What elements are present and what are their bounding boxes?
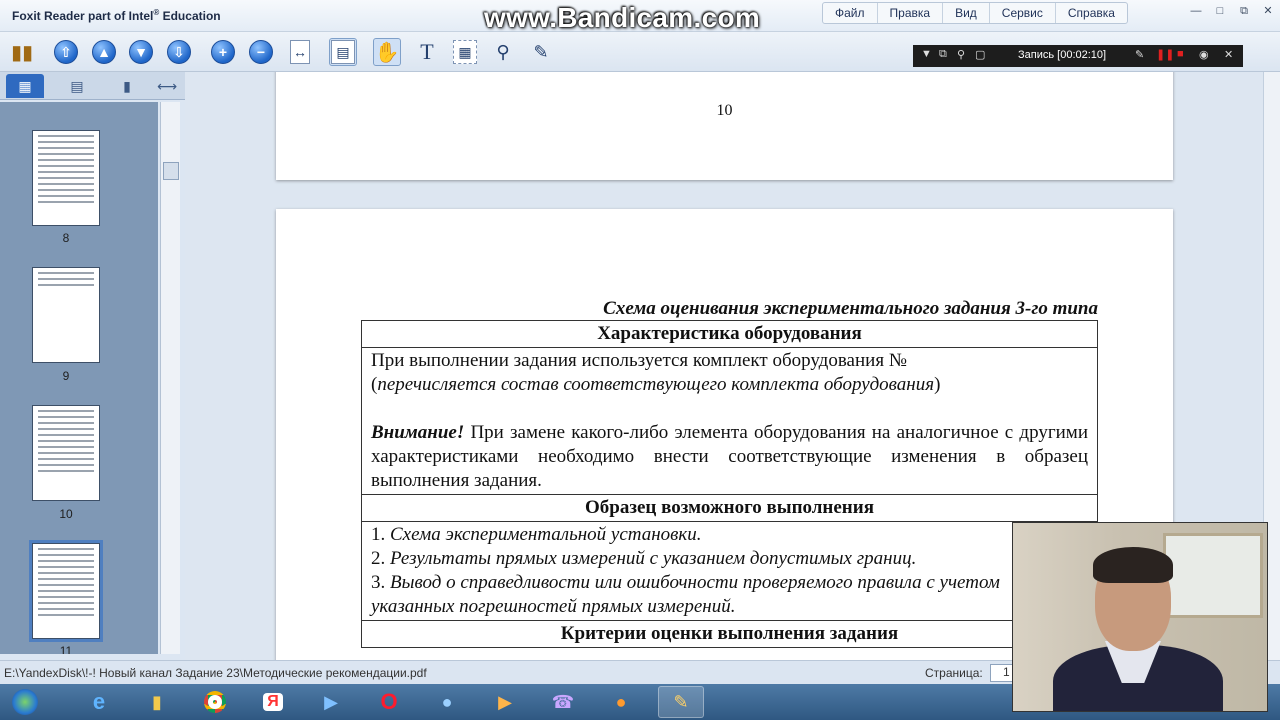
page-number-input[interactable]: 1 xyxy=(990,664,1014,682)
app-title: Foxit Reader part of Intel® Education xyxy=(12,8,221,23)
page-label: Страница: xyxy=(925,666,983,680)
menu-view[interactable]: Вид xyxy=(943,3,990,23)
page-thumbnail[interactable] xyxy=(32,405,100,501)
zoom-in-button[interactable]: + xyxy=(209,38,237,66)
sample-cell: 1. Схема экспериментальной установки. 2.… xyxy=(361,521,1098,621)
yandex-browser-icon[interactable]: Я xyxy=(250,686,296,718)
text-select-icon[interactable]: T xyxy=(413,38,441,66)
foxit-reader-icon[interactable]: ✎ xyxy=(658,686,704,718)
thumbnail-label: 8 xyxy=(62,231,70,245)
recording-timer: Запись [00:02:10] xyxy=(1018,49,1107,61)
video-player-icon[interactable]: ▶ xyxy=(482,686,528,718)
opera-icon[interactable]: O xyxy=(366,686,412,718)
recording-bar: ▼ ⧉ ⚲ ▢ Запись [00:02:10] ✎ ❚❚ ■ ◉ ✕ xyxy=(913,45,1243,67)
scrollbar-thumb[interactable] xyxy=(163,162,179,180)
equipment-cell: При выполнении задания используется комп… xyxy=(361,347,1098,495)
webcam-background-window xyxy=(1163,533,1263,618)
close-icon[interactable]: ✕ xyxy=(1260,4,1276,18)
equipment-text: При выполнении задания используется комп… xyxy=(371,350,907,371)
close-icon[interactable]: ✕ xyxy=(1224,48,1233,61)
search-icon[interactable]: ⚲ xyxy=(489,38,517,66)
menu-help[interactable]: Справка xyxy=(1056,3,1127,23)
last-page-button[interactable]: ⇩ xyxy=(165,38,193,66)
internet-explorer-icon[interactable]: e xyxy=(76,686,122,718)
menu-bar: Файл Правка Вид Сервис Справка xyxy=(822,2,1128,24)
pen-icon[interactable]: ✎ xyxy=(527,38,555,66)
sample-item: 1. Схема экспериментальной установки. xyxy=(371,524,702,545)
minimize-icon[interactable]: — xyxy=(1188,4,1204,18)
bookshelf-icon[interactable]: ▮▮ xyxy=(8,38,36,66)
thumbnail-label: 10 xyxy=(59,507,73,521)
first-page-button[interactable]: ⇧ xyxy=(52,38,80,66)
evaluation-table: Характеристика оборудования При выполнен… xyxy=(361,320,1098,648)
hand-tool-icon[interactable]: ✋ xyxy=(373,38,401,66)
expand-panel-icon[interactable]: ⟷ xyxy=(148,74,186,98)
sample-item: 3. Вывод о справедливости или ошибочност… xyxy=(371,572,1000,617)
window-controls: — □ ⧉ ✕ xyxy=(1188,4,1276,18)
sidebar-scrollbar[interactable] xyxy=(160,102,180,654)
restore-icon[interactable]: ⧉ xyxy=(1236,4,1252,18)
previous-page-button[interactable]: ▲ xyxy=(90,38,118,66)
webcam-overlay xyxy=(1012,522,1268,712)
page-thumbnail[interactable] xyxy=(32,267,100,363)
pause-icon[interactable]: ❚❚ xyxy=(1156,48,1174,61)
chrome-icon[interactable] xyxy=(192,686,238,718)
page-thumbnail-selected[interactable] xyxy=(29,540,103,642)
side-panel: ▦ ▤ ▮ ⟷ 8 9 10 11 xyxy=(0,72,185,660)
speaker-app-icon[interactable]: ▶ xyxy=(308,686,354,718)
page-number: 10 xyxy=(716,102,733,119)
screen-icon[interactable]: ▢ xyxy=(975,48,985,61)
webcam-person-hair xyxy=(1093,547,1173,583)
side-tabs: ▦ ▤ ▮ ⟷ xyxy=(0,72,185,100)
equipment-list-text: (перечисляется состав соответствующего к… xyxy=(371,374,941,395)
menu-tools[interactable]: Сервис xyxy=(990,3,1056,23)
pages-tab-icon[interactable]: ▤ xyxy=(58,74,96,98)
media-player-icon[interactable]: ● xyxy=(424,686,470,718)
thumbnail-label: 11 xyxy=(59,644,73,654)
dropdown-icon[interactable]: ▼ xyxy=(921,48,932,60)
sample-item: 2. Результаты прямых измерений с указани… xyxy=(371,548,917,569)
pdf-page-previous: 10 xyxy=(276,72,1173,180)
snapshot-icon[interactable]: ▦ xyxy=(451,38,479,66)
bookmarks-tab-icon[interactable]: ▮ xyxy=(108,74,146,98)
explorer-folder-icon[interactable]: ▮ xyxy=(134,686,180,718)
thumbnail-list: 8 9 10 11 xyxy=(0,102,158,654)
page-thumbnail[interactable] xyxy=(32,130,100,226)
scheme-title: Схема оценивания экспериментального зада… xyxy=(603,298,1098,319)
next-page-button[interactable]: ▼ xyxy=(127,38,155,66)
pencil-icon[interactable]: ✎ xyxy=(1135,48,1144,61)
maximize-icon[interactable]: □ xyxy=(1212,4,1228,18)
camera-icon[interactable]: ◉ xyxy=(1199,48,1209,61)
firefox-icon[interactable]: ● xyxy=(598,686,644,718)
title-bar: Foxit Reader part of Intel® Education ww… xyxy=(0,0,1280,33)
window-mode-icon[interactable]: ⧉ xyxy=(939,48,947,61)
menu-file[interactable]: Файл xyxy=(823,3,878,23)
file-path: E:\YandexDisk\!-! Новый канал Задание 23… xyxy=(4,666,427,680)
search-icon[interactable]: ⚲ xyxy=(957,48,965,61)
stop-icon[interactable]: ■ xyxy=(1177,48,1184,60)
equipment-header: Характеристика оборудования xyxy=(361,320,1098,348)
thumbnails-tab-icon[interactable]: ▦ xyxy=(6,74,44,98)
zoom-out-button[interactable]: − xyxy=(247,38,275,66)
bandicam-watermark: www.Bandicam.com xyxy=(484,2,761,33)
criteria-header: Критерии оценки выполнения задания xyxy=(361,620,1098,648)
fit-width-button[interactable]: ↔ xyxy=(286,38,314,66)
warning-text: Внимание! При замене какого-либо элемент… xyxy=(371,422,1088,491)
viber-icon[interactable]: ☎ xyxy=(540,686,586,718)
menu-edit[interactable]: Правка xyxy=(878,3,944,23)
start-button-icon[interactable] xyxy=(2,686,48,718)
thumbnail-label: 9 xyxy=(62,369,70,383)
single-page-button[interactable]: ▤ xyxy=(329,38,357,66)
sample-header: Образец возможного выполнения xyxy=(361,494,1098,522)
